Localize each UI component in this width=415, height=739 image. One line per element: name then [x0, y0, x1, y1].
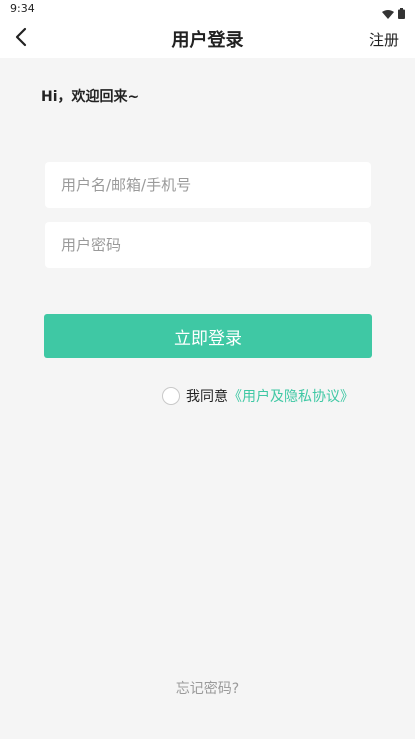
- register-button[interactable]: 注册: [369, 29, 399, 50]
- status-bar: 9:34: [0, 0, 415, 20]
- privacy-agreement-link[interactable]: 《用户及隐私协议》: [228, 386, 354, 406]
- username-input[interactable]: [45, 162, 371, 208]
- agreement-row: 我同意 《用户及隐私协议》: [162, 386, 354, 406]
- agreement-prefix: 我同意: [186, 389, 228, 405]
- agreement-checkbox[interactable]: [162, 387, 180, 405]
- password-input[interactable]: [45, 222, 371, 268]
- status-time: 9:34: [10, 2, 35, 15]
- username-field-container: [45, 162, 371, 208]
- forgot-password-link[interactable]: 忘记密码?: [0, 678, 415, 698]
- app-bar: 用户登录 注册: [0, 20, 415, 58]
- page-title: 用户登录: [171, 30, 244, 51]
- greeting-text: Hi，欢迎回来~: [41, 89, 140, 105]
- password-field-container: [45, 222, 371, 268]
- login-button[interactable]: 立即登录: [44, 314, 372, 358]
